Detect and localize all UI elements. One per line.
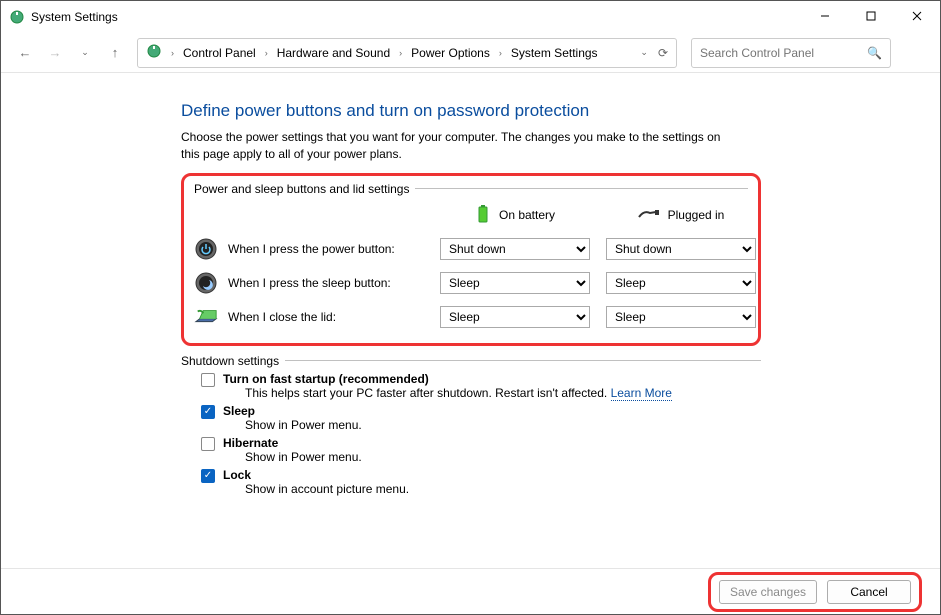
group-legend: Shutdown settings	[181, 354, 761, 368]
sleep-checkbox[interactable]	[201, 405, 215, 419]
crumb-system-settings[interactable]: System Settings	[511, 46, 598, 60]
sleep-description: Show in Power menu.	[245, 418, 362, 432]
power-icon	[194, 237, 218, 261]
search-icon: 🔍	[867, 46, 882, 60]
power-button-battery-select[interactable]: Shut down	[440, 238, 590, 260]
power-buttons-group: Power and sleep buttons and lid settings…	[181, 173, 761, 346]
location-icon	[146, 43, 162, 62]
address-dropdown-icon[interactable]: ⌄	[640, 47, 648, 58]
chevron-right-icon: ›	[171, 48, 174, 58]
sleep-button-battery-select[interactable]: Sleep	[440, 272, 590, 294]
fast-startup-checkbox[interactable]	[201, 373, 215, 387]
title-bar: System Settings	[1, 1, 940, 33]
group-legend-text: Shutdown settings	[181, 354, 279, 368]
refresh-icon[interactable]: ⟳	[658, 46, 668, 60]
window-title: System Settings	[31, 10, 118, 24]
chevron-right-icon: ›	[499, 48, 502, 58]
up-button[interactable]: ↑	[103, 41, 127, 65]
cancel-button[interactable]: Cancel	[827, 580, 911, 604]
lock-label: Lock	[223, 468, 251, 482]
navigation-bar: ← → ⌄ ↑ › Control Panel › Hardware and S…	[1, 33, 940, 73]
chevron-right-icon: ›	[399, 48, 402, 58]
lock-description: Show in account picture menu.	[245, 482, 409, 496]
hibernate-checkbox[interactable]	[201, 437, 215, 451]
sleep-icon	[194, 271, 218, 295]
battery-icon	[475, 204, 491, 227]
footer-highlight: Save changes Cancel	[708, 572, 922, 612]
close-button[interactable]	[894, 1, 940, 31]
row-power-button: When I press the power button:	[194, 237, 424, 261]
search-box[interactable]: 🔍	[691, 38, 891, 68]
power-button-plugged-select[interactable]: Shut down	[606, 238, 756, 260]
group-legend: Power and sleep buttons and lid settings	[194, 182, 748, 196]
breadcrumb[interactable]: › Control Panel › Hardware and Sound › P…	[137, 38, 677, 68]
save-button[interactable]: Save changes	[719, 580, 817, 604]
crumb-control-panel[interactable]: Control Panel	[183, 46, 256, 60]
sleep-label: Sleep	[223, 404, 255, 418]
group-legend-text: Power and sleep buttons and lid settings	[194, 182, 409, 196]
fast-startup-label: Turn on fast startup (recommended)	[223, 372, 429, 386]
forward-button[interactable]: →	[43, 41, 67, 65]
crumb-power-options[interactable]: Power Options	[411, 46, 490, 60]
footer: Save changes Cancel	[1, 568, 940, 614]
app-icon	[9, 9, 25, 25]
hibernate-description: Show in Power menu.	[245, 450, 362, 464]
minimize-button[interactable]	[802, 1, 848, 31]
lock-checkbox[interactable]	[201, 469, 215, 483]
row-close-lid: When I close the lid:	[194, 305, 424, 329]
recent-dropdown-icon[interactable]: ⌄	[73, 41, 97, 65]
sleep-button-plugged-select[interactable]: Sleep	[606, 272, 756, 294]
chevron-right-icon: ›	[265, 48, 268, 58]
lid-battery-select[interactable]: Sleep	[440, 306, 590, 328]
column-on-battery: On battery	[440, 204, 590, 227]
crumb-hardware-sound[interactable]: Hardware and Sound	[277, 46, 390, 60]
search-input[interactable]	[700, 46, 867, 60]
shutdown-settings-group: Shutdown settings Turn on fast startup (…	[181, 354, 761, 496]
learn-more-link[interactable]: Learn More	[611, 386, 672, 401]
fast-startup-description: This helps start your PC faster after sh…	[245, 386, 607, 400]
row-sleep-button: When I press the sleep button:	[194, 271, 424, 295]
back-button[interactable]: ←	[13, 41, 37, 65]
column-plugged-in: Plugged in	[606, 208, 756, 223]
lid-plugged-select[interactable]: Sleep	[606, 306, 756, 328]
hibernate-label: Hibernate	[223, 436, 278, 450]
page-title: Define power buttons and turn on passwor…	[181, 101, 940, 121]
maximize-button[interactable]	[848, 1, 894, 31]
plug-icon	[638, 208, 660, 223]
lid-icon	[194, 305, 218, 329]
page-description: Choose the power settings that you want …	[181, 129, 741, 163]
